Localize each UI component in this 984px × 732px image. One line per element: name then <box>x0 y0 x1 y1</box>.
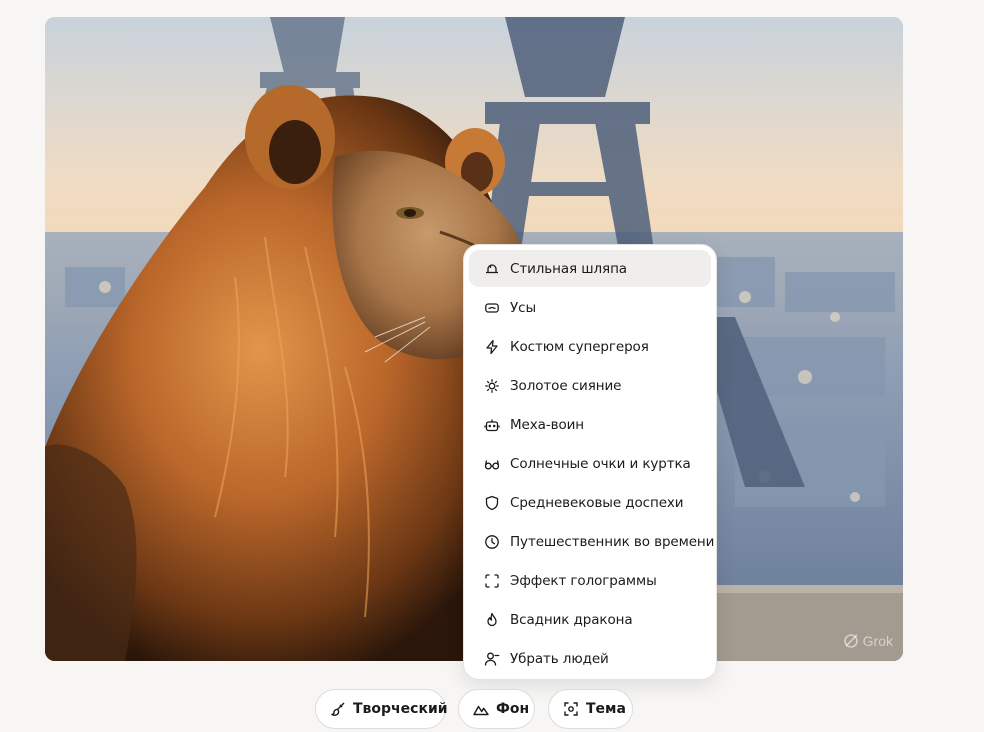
frame-corners-icon <box>484 573 500 589</box>
menu-item-stylish-hat[interactable]: Стильная шляпа <box>469 250 711 287</box>
watermark-text: Grok <box>862 633 893 649</box>
menu-item-dragon-rider[interactable]: Всадник дракона <box>469 601 711 638</box>
user-remove-icon <box>484 651 500 667</box>
theme-label: Тема <box>586 701 626 717</box>
creative-button[interactable]: Творческий <box>315 689 448 729</box>
menu-item-label: Убрать людей <box>510 650 609 667</box>
menu-item-mustache[interactable]: Усы <box>469 289 711 326</box>
menu-item-hologram-effect[interactable]: Эффект голограммы <box>469 562 711 599</box>
background-button[interactable]: Фон <box>458 689 535 729</box>
creative-label: Творческий <box>353 701 448 717</box>
sun-icon <box>484 378 500 394</box>
menu-item-label: Усы <box>510 299 537 316</box>
menu-item-superhero-costume[interactable]: Костюм супергероя <box>469 328 711 365</box>
menu-item-label: Меха-воин <box>510 416 585 433</box>
focus-icon <box>563 701 579 717</box>
menu-item-label: Путешественник во времени <box>510 533 715 550</box>
theme-button[interactable]: Тема <box>548 689 633 729</box>
menu-item-label: Золотое сияние <box>510 377 622 394</box>
watermark: Grok <box>843 633 893 649</box>
lightning-icon <box>484 339 500 355</box>
menu-item-sunglasses-jacket[interactable]: Солнечные очки и куртка <box>469 445 711 482</box>
mustache-icon <box>484 300 500 316</box>
clock-icon <box>484 534 500 550</box>
background-label: Фон <box>496 701 530 717</box>
mountains-icon <box>473 701 489 717</box>
style-options-menu: Стильная шляпа Усы Костюм супергероя Зол… <box>463 244 717 680</box>
brush-icon <box>330 701 346 717</box>
menu-item-label: Костюм супергероя <box>510 338 649 355</box>
menu-item-label: Средневековые доспехи <box>510 494 684 511</box>
robot-icon <box>484 417 500 433</box>
menu-item-label: Эффект голограммы <box>510 572 657 589</box>
hat-icon <box>484 261 500 277</box>
menu-item-golden-glow[interactable]: Золотое сияние <box>469 367 711 404</box>
shield-icon <box>484 495 500 511</box>
menu-item-medieval-armor[interactable]: Средневековые доспехи <box>469 484 711 521</box>
flame-icon <box>484 612 500 628</box>
menu-item-label: Солнечные очки и куртка <box>510 455 691 472</box>
menu-item-mecha-warrior[interactable]: Меха-воин <box>469 406 711 443</box>
menu-item-label: Стильная шляпа <box>510 260 627 277</box>
menu-item-remove-people[interactable]: Убрать людей <box>469 640 711 677</box>
menu-item-time-traveler[interactable]: Путешественник во времени <box>469 523 715 560</box>
grok-logo-icon <box>843 633 859 649</box>
glasses-icon <box>484 456 500 472</box>
menu-item-label: Всадник дракона <box>510 611 633 628</box>
